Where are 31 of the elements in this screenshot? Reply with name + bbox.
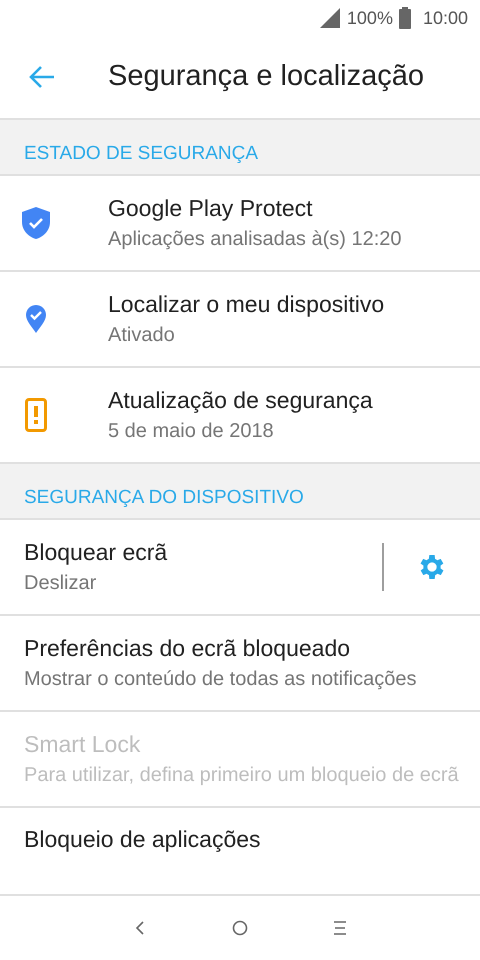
item-title: Bloquear ecrã [24,538,168,567]
signal-icon [318,7,341,29]
item-title: Preferências do ecrã bloqueado [24,634,352,663]
item-title: Localizar o meu dispositivo [108,290,386,319]
item-title: Atualização de segurança [108,386,374,415]
screen-title: Segurança e localização [108,59,424,94]
location-check-icon [25,304,47,334]
settings-item[interactable]: Google Play Protect Aplicações analisadas à(s) 12:20 [0,176,480,272]
shield-check-icon [21,206,51,240]
settings-item[interactable]: Bloqueio de aplicações [0,808,480,894]
back-arrow-icon [28,65,56,89]
item-subtitle: Mostrar o conteúdo de todas as notificações [24,667,418,692]
battery-icon [398,7,411,29]
item-subtitle: Para utilizar, defina primeiro um bloqueio de ecrã [24,763,460,788]
settings-item[interactable]: Preferências do ecrã bloqueado Mostrar o conteúdo de todas as notificações [0,616,480,712]
section-header: ESTADO DE SEGURANÇA [24,142,258,166]
item-subtitle: Deslizar [24,571,98,596]
item-title: Smart Lock [24,730,142,759]
battery-level: 100% [346,6,393,30]
item-subtitle: 5 de maio de 2018 [108,419,275,444]
settings-item[interactable]: Localizar o meu dispositivo Ativado [0,272,480,368]
home-icon [230,918,250,938]
settings-item[interactable]: Bloquear ecrã Deslizar [0,520,480,616]
item-title: Google Play Protect [108,194,314,223]
clock-time: 10:00 [422,6,468,30]
section-header: SEGURANÇA DO DISPOSITIVO [24,486,304,510]
item-subtitle: Ativado [108,323,176,348]
phone-alert-icon [25,398,47,432]
home-nav-button[interactable] [230,918,250,938]
item-subtitle: Aplicações analisadas à(s) 12:20 [108,227,403,252]
item-title: Bloqueio de aplicações [24,825,262,854]
